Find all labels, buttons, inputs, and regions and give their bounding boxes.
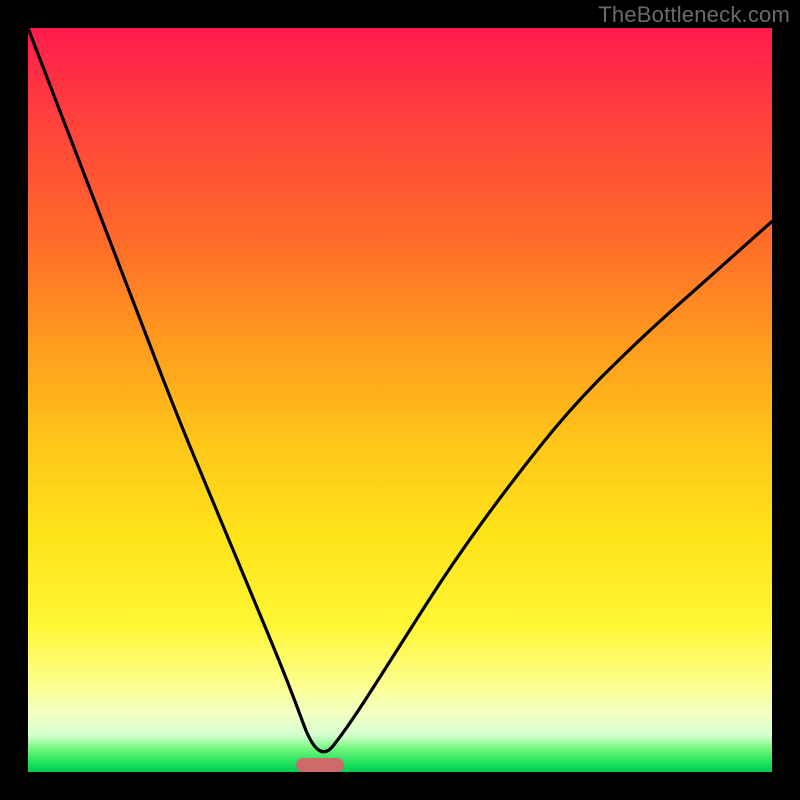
bottleneck-curve (28, 28, 772, 772)
plot-area (28, 28, 772, 772)
chart-frame: TheBottleneck.com (0, 0, 800, 800)
curve-path (28, 28, 772, 752)
minimum-marker (296, 758, 344, 772)
watermark-text: TheBottleneck.com (598, 2, 790, 28)
